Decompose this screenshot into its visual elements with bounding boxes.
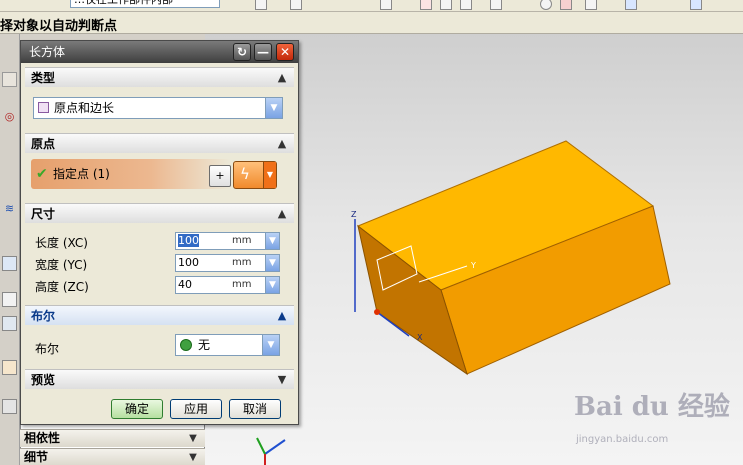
resource-bar: ◎ ≋ (0, 34, 20, 465)
snap-mid-icon[interactable] (490, 0, 502, 10)
view-icon[interactable] (625, 0, 637, 10)
resource-tab-icon[interactable]: ≋ (2, 202, 17, 217)
chevron-down-icon[interactable]: ▼ (273, 371, 291, 389)
block-type-icon (38, 102, 49, 113)
width-unit: mm (232, 257, 252, 268)
toolbar-icon[interactable] (290, 0, 302, 10)
resource-tab-icon[interactable] (2, 72, 17, 87)
axis-label-y: Y (470, 261, 476, 270)
watermark-url: jingyan.baidu.com (576, 434, 669, 445)
length-input[interactable]: 100 mm (175, 232, 271, 250)
resource-tab-icon[interactable] (2, 399, 17, 414)
block-dialog: 长方体 ↻ — ✕ 类型 ▲ 原点和边长 ▼ 原点 ▲ ✔ 指定点 (1) + … (20, 40, 299, 425)
dialog-title: 长方体 (29, 45, 66, 59)
snap-end-icon[interactable] (460, 0, 472, 10)
axis-label-z: Z (351, 210, 357, 219)
navigator-row-details[interactable]: 细节 ▼ (20, 448, 205, 465)
snap-line-icon[interactable] (440, 0, 452, 10)
section-origin-header[interactable]: 原点 ▲ (25, 133, 294, 153)
section-type-header[interactable]: 类型 ▲ (25, 67, 294, 87)
width-input[interactable]: 100 mm (175, 254, 271, 272)
resource-tab-icon[interactable] (2, 256, 17, 271)
width-label: 宽度 (YC) (35, 258, 88, 272)
resource-tab-icon[interactable] (2, 360, 17, 375)
snap-point-icon[interactable] (420, 0, 432, 10)
navigator-row-dependencies[interactable]: 相依性 ▼ (20, 429, 205, 447)
boolean-select[interactable]: 无 ▼ (175, 334, 280, 356)
point-dialog-button[interactable]: + (209, 165, 231, 187)
ok-button[interactable]: 确定 (111, 399, 163, 419)
boolean-label: 布尔 (35, 342, 60, 356)
close-icon[interactable]: ✕ (276, 43, 294, 61)
type-select[interactable]: 原点和边长 ▼ (33, 97, 283, 119)
inferred-point-button[interactable]: ϟ ▼ (233, 161, 277, 189)
chevron-up-icon[interactable]: ▲ (273, 135, 291, 153)
chevron-down-icon[interactable]: ▼ (185, 450, 201, 465)
top-toolbar: …仅在工作部件内部 (0, 0, 743, 12)
lightning-icon: ϟ (240, 165, 250, 183)
section-boolean-header[interactable]: 布尔 ▲ (25, 305, 294, 325)
chevron-up-icon[interactable]: ▲ (273, 205, 291, 223)
chevron-up-icon[interactable]: ▲ (273, 69, 291, 87)
toolbar-icon[interactable] (380, 0, 392, 10)
height-unit: mm (232, 279, 252, 290)
chevron-down-icon[interactable]: ▼ (265, 98, 282, 118)
view-triad-icon (256, 437, 286, 465)
length-label: 长度 (XC) (35, 236, 88, 250)
length-options-button[interactable]: ▼ (265, 232, 280, 250)
length-unit: mm (232, 235, 252, 246)
height-options-button[interactable]: ▼ (265, 276, 280, 294)
check-icon: ✔ (36, 166, 48, 182)
status-bar: 择对象以自动判断点 (0, 12, 743, 34)
snap-quadrant-icon[interactable] (560, 0, 572, 10)
resource-tab-icon[interactable]: ◎ (2, 110, 17, 125)
chevron-down-icon[interactable]: ▼ (185, 431, 201, 446)
width-value: 100 (178, 256, 199, 269)
width-options-button[interactable]: ▼ (265, 254, 280, 272)
resource-tab-icon[interactable] (2, 316, 17, 331)
reset-icon[interactable]: ↻ (233, 43, 251, 61)
section-preview-header[interactable]: 预览 ▼ (25, 369, 294, 389)
chevron-down-icon[interactable]: ▼ (262, 335, 279, 355)
length-value: 100 (178, 234, 199, 247)
height-label: 高度 (ZC) (35, 280, 89, 294)
section-dimensions-header[interactable]: 尺寸 ▲ (25, 203, 294, 223)
collapse-icon[interactable]: — (254, 43, 272, 61)
specify-point-row[interactable]: ✔ 指定点 (1) (31, 159, 231, 189)
resource-tab-icon[interactable] (2, 292, 17, 307)
view-icon[interactable] (690, 0, 702, 10)
height-value: 40 (178, 278, 192, 291)
toolbar-icon[interactable] (255, 0, 267, 10)
cancel-button[interactable]: 取消 (229, 399, 281, 419)
selection-scope-field[interactable]: …仅在工作部件内部 (70, 0, 220, 8)
chevron-down-icon[interactable]: ▼ (263, 162, 276, 188)
status-prompt: 择对象以自动判断点 (0, 19, 118, 34)
watermark-brand: Bai du 经验 (574, 392, 730, 422)
chevron-up-icon[interactable]: ▲ (273, 307, 291, 325)
apply-button[interactable]: 应用 (170, 399, 222, 419)
snap-intersect-icon[interactable] (585, 0, 597, 10)
axis-label-x: X (417, 333, 423, 342)
snap-center-icon[interactable] (540, 0, 552, 10)
baidu-watermark: Bai du 经验 jingyan.baidu.com (560, 384, 740, 454)
origin-point (374, 309, 380, 315)
height-input[interactable]: 40 mm (175, 276, 271, 294)
boolean-none-icon (180, 339, 192, 351)
